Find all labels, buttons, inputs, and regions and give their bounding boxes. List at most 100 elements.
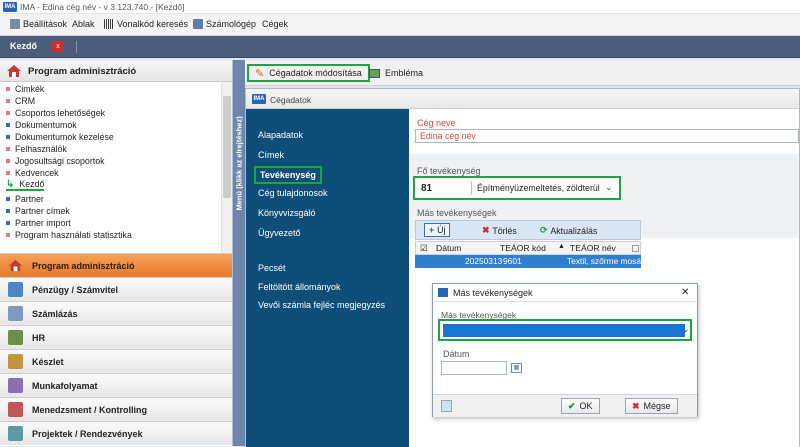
company-data-header: IMA Cégadatok [246,89,799,109]
main-activity-label: Fő tevékenység [417,166,481,176]
left-panel-header: Program adminisztráció [0,60,232,82]
app-logo-icon: IMA [252,94,266,104]
other-activities-label: Más tevékenységek [417,208,497,218]
other-activities-toolbar: + Új ✖ Törlés ⟳ Aktualizálás [415,220,641,240]
dialog-title-bar: Más tevékenységek ✕ [433,284,697,302]
date-field[interactable] [441,361,507,375]
menu-item-partner-addresses[interactable]: Partner címek [6,205,70,217]
menu-item-partner[interactable]: Partner [6,193,44,205]
menu-item-home[interactable]: ↳ Kezdő [6,178,45,191]
arrow-icon: ↳ [6,178,15,190]
ok-button[interactable]: ✔ OK [561,398,600,414]
calendar-icon[interactable]: ▦ [511,363,522,373]
chevron-down-icon[interactable]: ⌄ [682,324,690,335]
menu-companies[interactable]: Cégek [262,19,288,29]
other-activity-select[interactable] [443,324,685,337]
menu-calculator[interactable]: Számológép [193,19,256,29]
grid-header: ☑ Dátum TEÁOR kód ▲ TEÁOR név [415,241,641,255]
left-panel-title: Program adminisztráció [28,66,137,77]
main-activity-select[interactable]: 81 Építményüzemeltetés, zöldterül ⌄ [413,176,621,200]
nav-stamp[interactable]: Pecsét [258,263,286,273]
menu-item-partner-import[interactable]: Partner import [6,217,71,229]
calculator-icon [193,19,203,29]
tab-home[interactable]: Kezdő [10,41,37,51]
pencil-icon: ✎ [255,67,265,80]
bullet-icon [6,99,10,103]
box-icon [8,354,23,369]
menu-item-usage-statistics[interactable]: Program használati statisztika [6,229,132,241]
close-icon[interactable]: ✕ [681,287,689,298]
nav-basic-data[interactable]: Alapadatok [258,130,303,140]
nav-addresses[interactable]: Címek [258,150,284,160]
column-chooser-icon[interactable] [632,245,639,252]
refresh-button[interactable]: ⟳ Aktualizálás [540,225,597,236]
chart-icon [8,402,23,417]
window-title: IMA - Edina cég név - v 3.123.740 - [Kez… [20,2,185,12]
column-teaor-name[interactable]: TEÁOR név [570,243,616,253]
table-row[interactable]: 20250313 9601 Textil, szőrme mosá [415,255,641,268]
module-invoicing[interactable]: Számlázás [0,301,232,325]
form-section-nav: Alapadatok Címek Tevékenység Cég tulajdo… [246,109,409,447]
menu-item-users[interactable]: Felhasználók [6,143,67,155]
module-workflow[interactable]: Munkafolyamat [0,373,232,397]
menu-barcode-search[interactable]: Vonalkód keresés [104,19,188,29]
menu-item-favorites[interactable]: Kedvencek [6,167,59,179]
new-button[interactable]: + Új [424,223,451,237]
tab-divider [76,41,77,53]
tab-close-button[interactable]: x [52,41,64,52]
nav-auditor[interactable]: Könyvvizsgáló [258,208,316,218]
module-program-admin[interactable]: Program adminisztráció [0,253,232,277]
bullet-icon [6,87,10,91]
nav-owners[interactable]: Cég tulajdonosok [258,188,328,198]
people-icon [8,330,23,345]
nav-managing-director[interactable]: Ügyvezető [258,228,301,238]
nav-uploaded-files[interactable]: Feltöltött állományok [258,282,341,292]
nav-invoice-header-note[interactable]: Vevői számla fejléc megjegyzés [258,300,385,310]
nav-activity[interactable]: Tevékenység [254,166,322,184]
chevron-down-icon[interactable]: ⌄ [605,182,613,193]
menu-item-permission-groups[interactable]: Jogosultsági csoportok [6,155,105,167]
menu-item-group-options[interactable]: Csoportos lehetőségek [6,107,105,119]
app-logo-icon: IMA [3,2,17,12]
module-controlling[interactable]: Menedzsment / Kontrolling [0,397,232,421]
cancel-button[interactable]: ✖ Mégse [625,398,678,414]
module-inventory[interactable]: Készlet [0,349,232,373]
home-icon [8,259,23,272]
column-date[interactable]: Dátum [436,243,461,253]
menu-item-crm[interactable]: CRM [6,95,35,107]
app-logo-icon [438,288,448,297]
left-menu-panel: Program adminisztráció Cimkék CRM Csopor… [0,60,233,446]
scrollbar-thumb[interactable] [223,96,231,198]
company-name-field[interactable]: Edina cég név [415,129,799,143]
select-all-checkbox[interactable]: ☑ [420,243,428,254]
menu-window[interactable]: Ablak [72,19,95,29]
delete-button[interactable]: ✖ Törlés [482,225,517,236]
module-projects[interactable]: Projektek / Rendezvények [0,421,232,445]
bullet-icon [6,197,10,201]
check-icon: ✔ [568,400,576,411]
other-activities-dialog: Más tevékenységek ✕ Más tevékenységek ⌄ … [432,283,698,417]
document-icon[interactable] [441,400,452,412]
dialog-title: Más tevékenységek [453,288,533,298]
bullet-icon [6,111,10,115]
bullet-icon [6,123,10,127]
module-hr[interactable]: HR [0,325,232,349]
menu-item-document-management[interactable]: Dokumentumok kezelése [6,131,114,143]
workflow-icon [8,378,23,393]
field-divider [471,181,472,195]
menu-settings[interactable]: Beállítások [10,19,67,29]
column-teaor-code[interactable]: TEÁOR kód [500,243,546,253]
row-teaor-code: 9601 [503,256,522,266]
menu-item-labels[interactable]: Cimkék [6,83,44,95]
left-panel-scrollbar[interactable] [221,82,232,262]
image-icon [369,68,380,78]
menu-item-documents[interactable]: Dokumentumok [6,119,77,131]
barcode-icon [104,19,114,29]
emblem-button[interactable]: Embléma [363,64,429,82]
module-finance[interactable]: Pénzügy / Számvitel [0,277,232,301]
bullet-icon [6,221,10,225]
edit-company-data-button[interactable]: ✎ Cégadatok módosítása [247,64,370,82]
menu-collapse-strip[interactable]: Menü (klikk az elrejtéshez) [233,60,245,446]
finance-icon [8,282,23,297]
cancel-icon: ✖ [632,400,640,411]
